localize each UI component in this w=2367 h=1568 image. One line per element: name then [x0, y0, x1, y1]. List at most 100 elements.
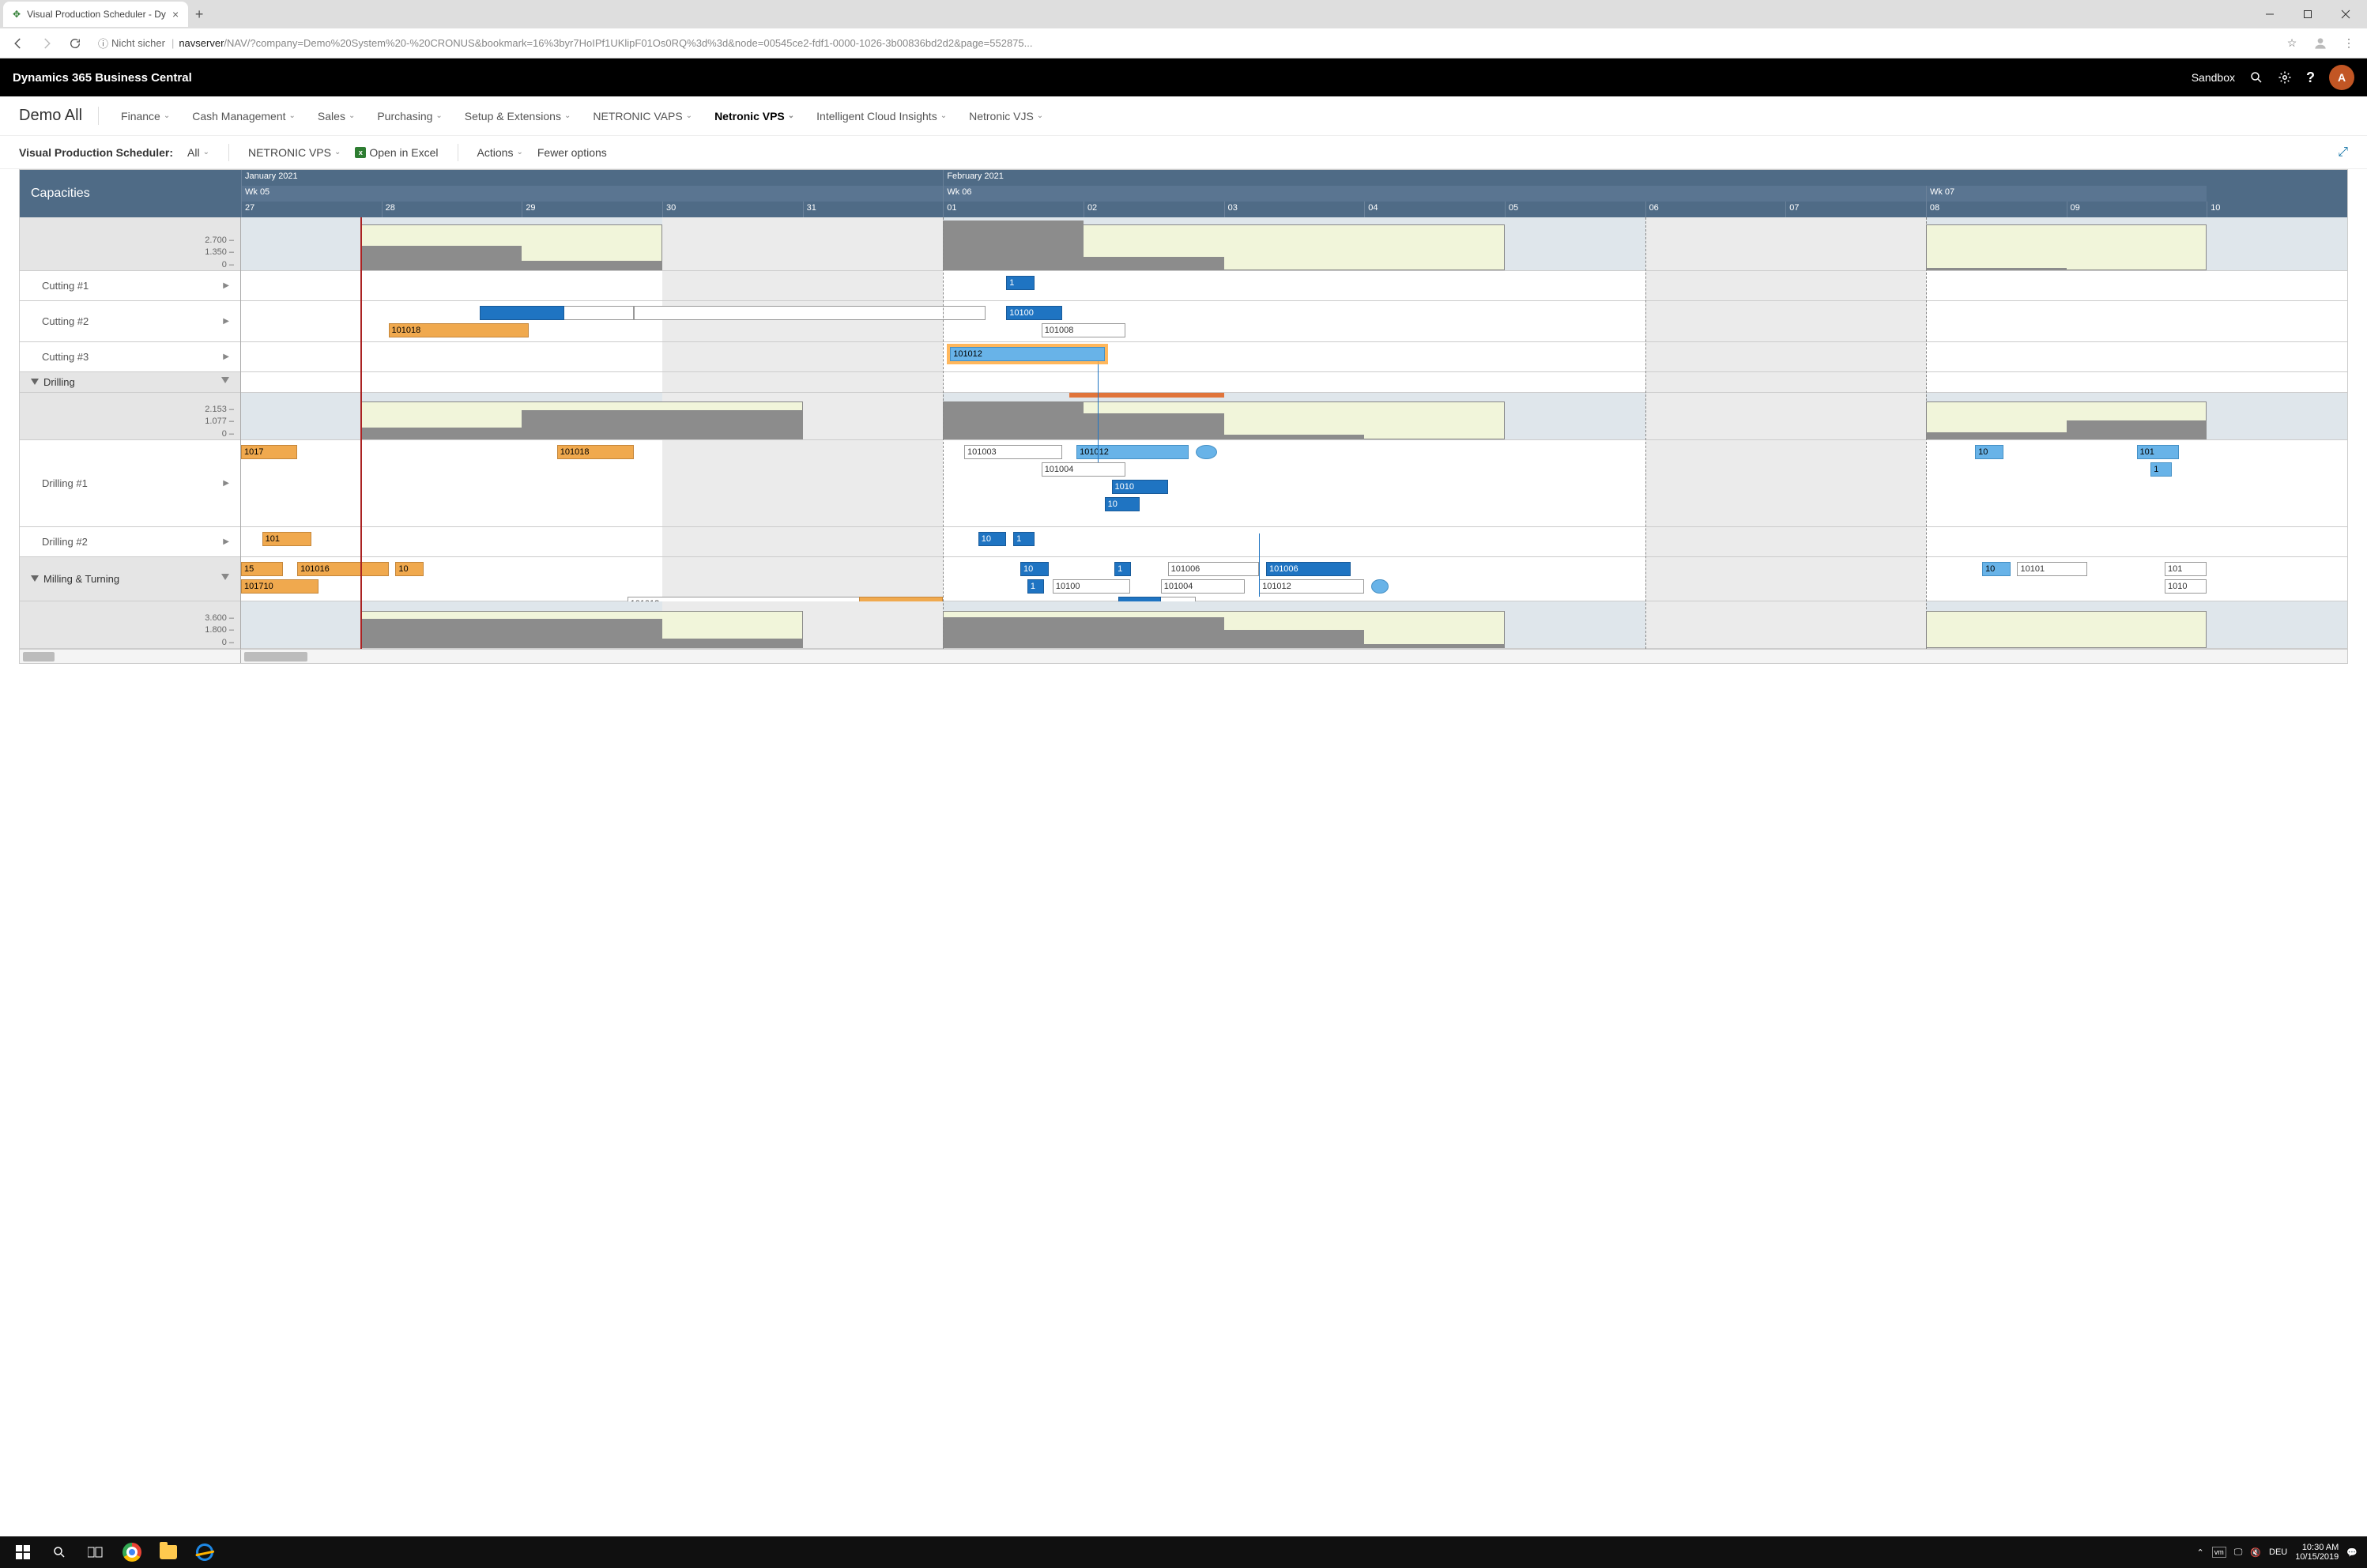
nav-reload-button[interactable]: [63, 32, 87, 55]
gantt-task-bar[interactable]: 10100: [1006, 306, 1062, 320]
netronic-vps-dropdown[interactable]: NETRONIC VPS⌄: [248, 146, 341, 159]
role-tab-setup-extensions[interactable]: Setup & Extensions⌄: [465, 110, 571, 122]
gantt-task-bar[interactable]: 15: [241, 562, 283, 576]
hscroll-left[interactable]: [20, 650, 241, 663]
tray-volume-icon[interactable]: 🔇: [2250, 1547, 2261, 1558]
tray-vm-icon[interactable]: vm: [2212, 1547, 2226, 1558]
expand-page-icon[interactable]: ⤢: [2338, 145, 2348, 160]
gantt-task-bar[interactable]: 101: [2165, 562, 2207, 576]
new-tab-button[interactable]: +: [188, 3, 210, 25]
gantt-task-bar[interactable]: 101016: [297, 562, 388, 576]
role-tab-cash-management[interactable]: Cash Management⌄: [192, 110, 296, 122]
gantt-task-bar[interactable]: 101: [262, 532, 311, 546]
nav-back-button[interactable]: [6, 32, 30, 55]
gantt-task-bar[interactable]: 1: [1006, 276, 1035, 290]
task-view-icon[interactable]: [77, 1536, 114, 1568]
tray-monitor-icon[interactable]: 🖵: [2234, 1547, 2243, 1558]
gantt-task-bar[interactable]: 10: [1105, 497, 1140, 511]
gantt-task-bar[interactable]: [1371, 579, 1388, 594]
role-tab-netronic-vjs[interactable]: Netronic VJS⌄: [969, 110, 1043, 122]
resource-row-cutting-[interactable]: Cutting #1▶: [20, 271, 240, 301]
gantt-task-bar[interactable]: [1196, 445, 1217, 459]
capacity-load: [1364, 644, 1505, 648]
chrome-menu-icon[interactable]: ⋮: [2337, 32, 2361, 55]
gantt-task-bar[interactable]: 10100: [1053, 579, 1130, 594]
tray-up-icon[interactable]: ⌃: [2196, 1547, 2203, 1558]
taskbar-explorer-icon[interactable]: [150, 1536, 187, 1568]
help-icon[interactable]: ?: [2306, 70, 2315, 86]
gantt-left-header: Capacities: [20, 170, 241, 217]
address-bar[interactable]: ⓘ Nicht sicher | navserver/NAV/?company=…: [92, 32, 2275, 55]
group-row-milling-turning[interactable]: Milling & Turning: [20, 557, 240, 601]
gantt-task-bar[interactable]: 1: [1114, 562, 1131, 576]
app-title: Dynamics 365 Business Central: [13, 71, 192, 85]
group-row-drilling[interactable]: Drilling: [20, 372, 240, 393]
gantt-task-bar[interactable]: 101004: [1161, 579, 1246, 594]
gantt-task-bar[interactable]: 10: [1020, 562, 1049, 576]
gantt-task-bar[interactable]: 1: [2150, 462, 2172, 477]
gantt-task-bar[interactable]: 1010: [1112, 480, 1168, 494]
gantt-task-bar[interactable]: 10: [978, 532, 1007, 546]
actions-dropdown[interactable]: Actions⌄: [477, 146, 523, 159]
view-all-dropdown[interactable]: All⌄: [187, 146, 209, 159]
resource-row-drilling-[interactable]: Drilling #1▶: [20, 440, 240, 527]
role-tab-sales[interactable]: Sales⌄: [318, 110, 355, 122]
tray-language[interactable]: DEU: [2269, 1547, 2287, 1557]
resource-row-cutting-[interactable]: Cutting #2▶: [20, 301, 240, 342]
gantt-task-bar[interactable]: 101008: [1042, 323, 1126, 337]
timescale-cell: 31: [803, 202, 944, 217]
gantt-task-bar[interactable]: 10101: [2017, 562, 2087, 576]
open-in-excel-action[interactable]: xOpen in Excel: [355, 146, 438, 159]
bookmark-star-icon[interactable]: ☆: [2280, 32, 2304, 55]
role-tab-finance[interactable]: Finance⌄: [121, 110, 170, 122]
start-button[interactable]: [5, 1536, 41, 1568]
gantt-task-bar[interactable]: 101018: [389, 323, 530, 337]
gear-icon[interactable]: [2278, 70, 2292, 85]
gantt-task-bar[interactable]: [634, 306, 985, 320]
role-tab-netronic-vaps[interactable]: NETRONIC VAPS⌄: [593, 110, 692, 122]
fewer-options-link[interactable]: Fewer options: [537, 146, 607, 159]
browser-tab[interactable]: ✥ Visual Production Scheduler - Dy ×: [3, 2, 188, 27]
taskbar-chrome-icon[interactable]: [114, 1536, 150, 1568]
tab-close-icon[interactable]: ×: [172, 8, 179, 21]
gantt-task-bar[interactable]: 101004: [1042, 462, 1126, 477]
gantt-task-bar[interactable]: 101: [2137, 445, 2179, 459]
gantt-task-bar[interactable]: 1: [1013, 532, 1035, 546]
taskbar-ie-icon[interactable]: [187, 1536, 223, 1568]
notification-icon[interactable]: 💬: [2346, 1547, 2358, 1558]
gantt-task-bar[interactable]: 101018: [557, 445, 635, 459]
taskbar-clock[interactable]: 10:30 AM10/15/2019: [2295, 1543, 2339, 1562]
gantt-task-bar[interactable]: 10: [1975, 445, 2003, 459]
search-icon[interactable]: [2249, 70, 2263, 85]
role-tab-intelligent-cloud-insights[interactable]: Intelligent Cloud Insights⌄: [816, 110, 947, 122]
gantt-task-bar[interactable]: 1010: [2165, 579, 2207, 594]
timescale-cell: February 2021: [943, 170, 2207, 186]
resource-row-drilling-[interactable]: Drilling #2▶: [20, 527, 240, 557]
window-minimize-button[interactable]: [2252, 2, 2288, 27]
role-tab-purchasing[interactable]: Purchasing⌄: [377, 110, 442, 122]
timescale-cell: Wk 06: [943, 186, 1926, 202]
window-close-button[interactable]: [2327, 2, 2364, 27]
gantt-task-bar[interactable]: 101003: [964, 445, 1062, 459]
gantt-task-bar[interactable]: 10: [395, 562, 424, 576]
gantt-task-bar[interactable]: 10: [1982, 562, 2011, 576]
capacity-tick: 1.350 –: [205, 247, 234, 258]
hscroll-right[interactable]: [241, 650, 2347, 663]
role-tab-netronic-vps[interactable]: Netronic VPS⌄: [714, 110, 794, 122]
gantt-task-bar[interactable]: 101012: [950, 347, 1104, 361]
gantt-task-bar[interactable]: 101006: [1266, 562, 1351, 576]
gantt-task-bar[interactable]: 101006: [1168, 562, 1259, 576]
gantt-task-bar[interactable]: 1017: [241, 445, 297, 459]
window-maximize-button[interactable]: [2290, 2, 2326, 27]
gantt-task-bar[interactable]: 101012: [1259, 579, 1364, 594]
tab-favicon: ✥: [13, 9, 21, 20]
gantt-task-bar[interactable]: 101710: [241, 579, 318, 594]
gantt-task-bar[interactable]: [480, 306, 564, 320]
gantt-task-bar[interactable]: 1: [1027, 579, 1044, 594]
taskbar-search-icon[interactable]: [41, 1536, 77, 1568]
nav-forward-button[interactable]: [35, 32, 58, 55]
chrome-profile-icon[interactable]: [2309, 32, 2332, 55]
gantt-task-bar[interactable]: 101012: [1076, 445, 1189, 459]
resource-row-cutting-[interactable]: Cutting #3▶: [20, 342, 240, 372]
user-avatar[interactable]: A: [2329, 65, 2354, 90]
